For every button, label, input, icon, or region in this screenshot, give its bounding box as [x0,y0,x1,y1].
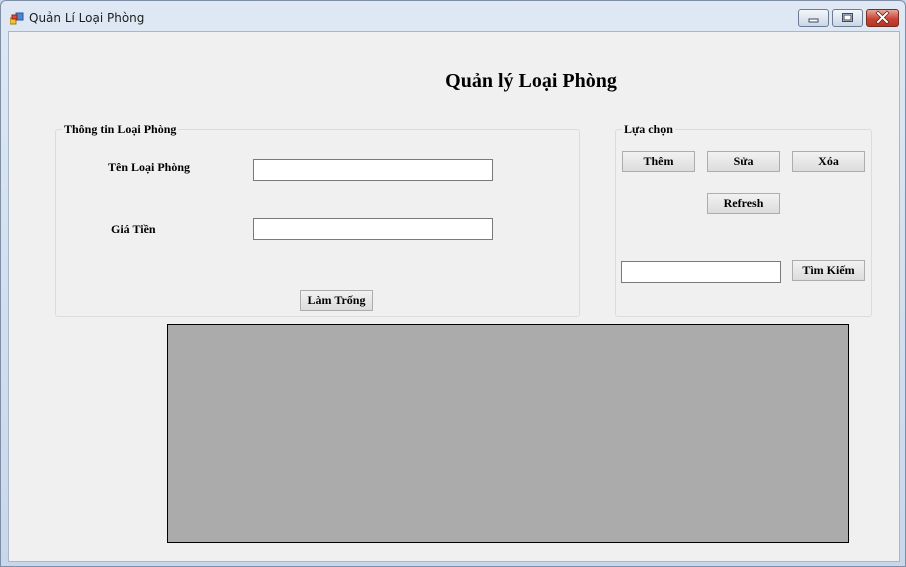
price-input[interactable] [253,218,493,240]
maximize-button[interactable] [832,9,863,27]
title-bar[interactable]: Quản Lí Loại Phòng [1,1,905,31]
search-button[interactable]: Tìm Kiếm [792,260,865,281]
app-window-icon [10,12,24,25]
maximize-icon [842,13,853,22]
room-type-info-group-title: Thông tin Loại Phòng [62,122,179,137]
app-window: Quản Lí Loại Phòng Quản lý Loại Phòng Th… [0,0,906,567]
room-type-name-input[interactable] [253,159,493,181]
minimize-button[interactable] [798,9,829,27]
room-type-data-grid[interactable] [167,324,849,543]
add-button[interactable]: Thêm [622,151,695,172]
room-type-name-label: Tên Loại Phòng [108,160,191,174]
page-heading: Quản lý Loại Phòng [445,70,617,92]
delete-button[interactable]: Xóa [792,151,865,172]
refresh-button[interactable]: Refresh [707,193,780,214]
clear-button[interactable]: Làm Trống [300,290,373,311]
minimize-icon [808,18,819,23]
window-title: Quản Lí Loại Phòng [29,11,145,25]
edit-button[interactable]: Sửa [707,151,780,172]
close-icon [875,10,890,25]
options-group-title: Lựa chọn [622,122,675,137]
price-label: Giá Tiền [111,222,156,236]
client-area: Quản lý Loại Phòng Thông tin Loại Phòng … [8,31,900,562]
close-button[interactable] [866,9,899,27]
search-input[interactable] [621,261,781,283]
